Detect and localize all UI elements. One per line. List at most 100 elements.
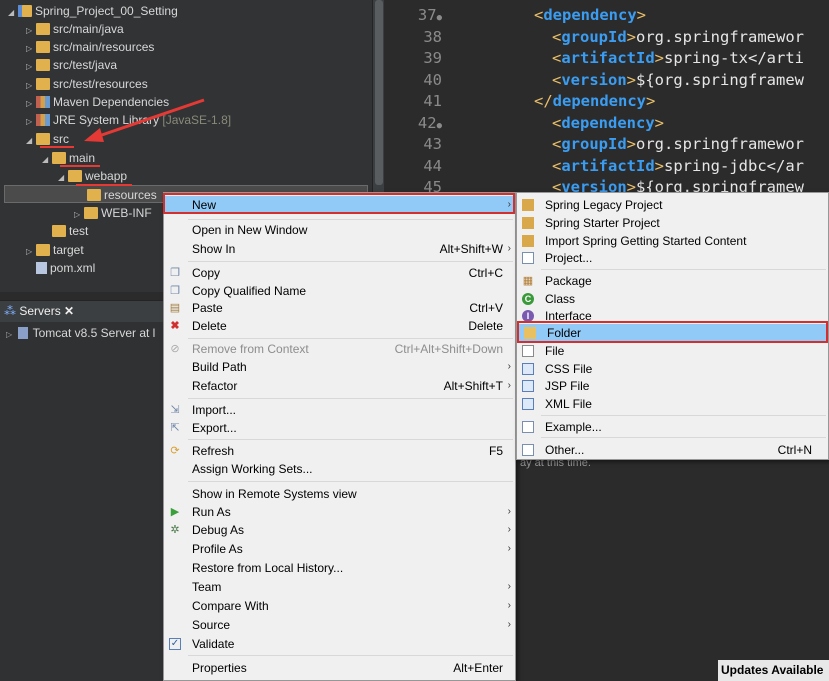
menu-item-label: Spring Legacy Project bbox=[545, 198, 663, 212]
submenu-item-other[interactable]: Other... Ctrl+N bbox=[517, 441, 828, 459]
menu-item-show-in-remote-systems[interactable]: Show in Remote Systems view bbox=[164, 485, 515, 503]
updates-available-popup[interactable]: Updates Available bbox=[718, 660, 829, 681]
menu-item-copy[interactable]: ❐ Copy Ctrl+C bbox=[164, 264, 515, 282]
submenu-item-folder[interactable]: Folder bbox=[519, 324, 826, 342]
menu-item-export[interactable]: ⇱ Export... bbox=[164, 419, 515, 437]
menu-item-label: Copy bbox=[192, 266, 221, 280]
validate-check-icon: ✓ bbox=[169, 638, 181, 650]
shortcut-label: F5 bbox=[488, 444, 503, 458]
close-icon[interactable]: ✕ bbox=[64, 304, 74, 318]
menu-item-profile-as[interactable]: Profile As › bbox=[164, 540, 515, 558]
submenu-item-example[interactable]: Example... bbox=[517, 418, 828, 436]
delete-icon: ✖ bbox=[170, 320, 180, 332]
copy-qualified-icon: ❐ bbox=[170, 285, 180, 297]
menu-item-open-in-new-window[interactable]: Open in New Window bbox=[164, 221, 515, 239]
menu-item-label: Compare With bbox=[192, 599, 269, 613]
collapse-twisty-icon[interactable]: ▷ bbox=[6, 330, 12, 339]
menu-item-label: Import Spring Getting Started Content bbox=[545, 234, 747, 248]
submenu-item-jsp-file[interactable]: JSP File bbox=[517, 377, 828, 395]
menu-item-label: New bbox=[192, 198, 217, 212]
submenu-arrow-icon: › bbox=[507, 380, 511, 391]
menu-item-paste[interactable]: ▤ Paste Ctrl+V bbox=[164, 299, 515, 317]
menu-item-label: Build Path bbox=[192, 360, 247, 374]
folder-icon bbox=[524, 327, 536, 339]
interface-icon: I bbox=[522, 310, 534, 322]
file-icon bbox=[522, 345, 534, 357]
submenu-item-spring-starter-project[interactable]: Spring Starter Project bbox=[517, 214, 828, 232]
menu-item-build-path[interactable]: Build Path › bbox=[164, 358, 515, 376]
submenu-item-file[interactable]: File bbox=[517, 342, 828, 360]
xml-text: org.springframewor bbox=[636, 135, 804, 153]
submenu-item-interface[interactable]: I Interface bbox=[517, 307, 828, 325]
menu-separator bbox=[188, 261, 513, 262]
xml-tag: artifactId bbox=[561, 157, 655, 175]
line-number: 38 bbox=[423, 28, 442, 46]
line-number: 42 bbox=[417, 114, 437, 132]
menu-item-new[interactable]: New › bbox=[164, 196, 515, 214]
menu-item-label: File bbox=[545, 344, 565, 358]
debug-icon: ✲ bbox=[170, 524, 180, 536]
menu-item-team[interactable]: Team › bbox=[164, 578, 515, 596]
spring-starter-icon bbox=[522, 217, 534, 229]
xml-tag: groupId bbox=[561, 28, 627, 46]
menu-item-restore-local-history[interactable]: Restore from Local History... bbox=[164, 559, 515, 577]
submenu-item-import-spring-content[interactable]: Import Spring Getting Started Content bbox=[517, 232, 828, 250]
menu-item-debug-as[interactable]: ✲ Debug As › bbox=[164, 521, 515, 539]
menu-item-run-as[interactable]: ▶ Run As › bbox=[164, 503, 515, 521]
xml-tag: dependency bbox=[543, 6, 637, 24]
line-number: 44 bbox=[423, 157, 442, 175]
xml-tag: groupId bbox=[561, 135, 627, 153]
menu-separator bbox=[541, 437, 826, 438]
menu-separator bbox=[188, 439, 513, 440]
menu-item-properties[interactable]: Properties Alt+Enter bbox=[164, 659, 515, 677]
submenu-item-class[interactable]: C Class bbox=[517, 290, 828, 308]
menu-item-refactor[interactable]: Refactor Alt+Shift+T › bbox=[164, 377, 515, 395]
menu-item-label: Profile As bbox=[192, 542, 243, 556]
new-submenu: Spring Legacy Project Spring Starter Pro… bbox=[516, 192, 829, 460]
xml-text: spring-tx</arti bbox=[664, 49, 804, 67]
fold-icon[interactable]: ● bbox=[437, 121, 442, 131]
menu-item-label: Other... bbox=[545, 443, 585, 457]
menu-item-copy-qualified-name[interactable]: ❐ Copy Qualified Name bbox=[164, 282, 515, 300]
submenu-arrow-icon: › bbox=[507, 524, 511, 535]
submenu-item-spring-legacy-project[interactable]: Spring Legacy Project bbox=[517, 196, 828, 214]
shortcut-label: Alt+Shift+T bbox=[443, 379, 503, 393]
menu-item-label: Open in New Window bbox=[192, 223, 308, 237]
class-icon: C bbox=[522, 293, 534, 305]
menu-item-label: Debug As bbox=[192, 523, 245, 537]
paste-icon: ▤ bbox=[169, 302, 181, 314]
submenu-item-xml-file[interactable]: XML File bbox=[517, 395, 828, 413]
menu-item-delete[interactable]: ✖ Delete Delete bbox=[164, 317, 515, 335]
menu-item-import[interactable]: ⇲ Import... bbox=[164, 401, 515, 419]
menu-item-label: Restore from Local History... bbox=[192, 561, 344, 575]
shortcut-label: Ctrl+N bbox=[777, 443, 812, 457]
menu-separator bbox=[188, 338, 513, 339]
submenu-arrow-icon: › bbox=[507, 619, 511, 630]
menu-separator bbox=[541, 415, 826, 416]
menu-item-refresh[interactable]: ⟳ Refresh F5 bbox=[164, 442, 515, 460]
menu-item-label: Source bbox=[192, 618, 231, 632]
copy-icon: ❐ bbox=[170, 267, 180, 279]
server-row[interactable]: ▷ Tomcat v8.5 Server at l bbox=[6, 326, 155, 340]
menu-item-label: Refresh bbox=[192, 444, 235, 458]
shortcut-label: Delete bbox=[468, 319, 503, 333]
menu-item-validate[interactable]: ✓ Validate bbox=[164, 635, 515, 653]
import-icon: ⇲ bbox=[170, 404, 180, 416]
menu-item-source[interactable]: Source › bbox=[164, 616, 515, 634]
other-wizard-icon bbox=[522, 444, 534, 456]
jsp-file-icon bbox=[522, 380, 534, 392]
menu-item-show-in[interactable]: Show In Alt+Shift+W › bbox=[164, 240, 515, 258]
submenu-item-project[interactable]: Project... bbox=[517, 249, 828, 267]
menu-item-compare-with[interactable]: Compare With › bbox=[164, 597, 515, 615]
menu-item-remove-from-context[interactable]: ⊘ Remove from Context Ctrl+Alt+Shift+Down bbox=[164, 340, 515, 358]
shortcut-label: Ctrl+C bbox=[468, 266, 503, 280]
line-number: 39 bbox=[423, 49, 442, 67]
fold-icon[interactable]: ● bbox=[437, 13, 442, 23]
submenu-arrow-icon: › bbox=[507, 199, 511, 210]
submenu-arrow-icon: › bbox=[507, 243, 511, 254]
scrollbar-thumb[interactable] bbox=[375, 0, 383, 185]
menu-item-assign-working-sets[interactable]: Assign Working Sets... bbox=[164, 460, 515, 478]
menu-item-label: Properties bbox=[192, 661, 247, 675]
submenu-item-css-file[interactable]: CSS File bbox=[517, 360, 828, 378]
submenu-item-package[interactable]: ▦ Package bbox=[517, 272, 828, 290]
